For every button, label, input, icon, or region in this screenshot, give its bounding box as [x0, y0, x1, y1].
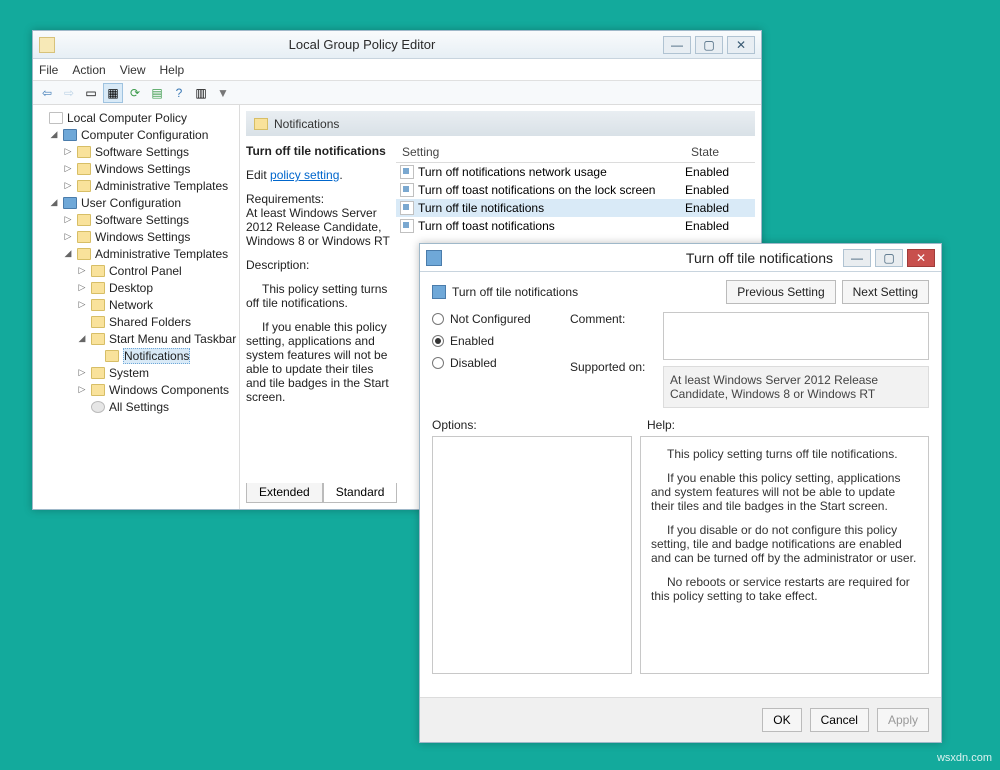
folder-icon: [77, 214, 91, 226]
folder-icon: [91, 384, 105, 396]
folder-icon: [105, 350, 119, 362]
folder-icon: [77, 248, 91, 260]
list-item[interactable]: Turn off toast notifications on the lock…: [396, 181, 755, 199]
list-item-selected[interactable]: Turn off tile notificationsEnabled: [396, 199, 755, 217]
minimize-button[interactable]: —: [663, 36, 691, 54]
menu-action[interactable]: Action: [72, 63, 105, 77]
folder-icon: [77, 146, 91, 158]
app-icon: [39, 37, 55, 53]
radio-not-configured[interactable]: Not Configured: [432, 312, 562, 326]
comment-label: Comment:: [570, 312, 655, 326]
properties-icon[interactable]: ▥: [191, 83, 211, 103]
back-icon[interactable]: ⇦: [37, 83, 57, 103]
forward-icon[interactable]: ⇨: [59, 83, 79, 103]
list-item[interactable]: Turn off toast notificationsEnabled: [396, 217, 755, 235]
folder-icon: [91, 265, 105, 277]
export-icon[interactable]: ▤: [147, 83, 167, 103]
computer-icon: [63, 129, 77, 141]
ok-button[interactable]: OK: [762, 708, 801, 732]
dialog-minimize-button[interactable]: —: [843, 249, 871, 267]
dialog-title: Turn off tile notifications: [442, 250, 843, 266]
policy-dialog: Turn off tile notifications — ▢ ✕ Turn o…: [419, 243, 942, 743]
dialog-maximize-button[interactable]: ▢: [875, 249, 903, 267]
folder-icon: [77, 180, 91, 192]
cancel-button[interactable]: Cancel: [810, 708, 869, 732]
folder-icon: [77, 231, 91, 243]
main-titlebar[interactable]: Local Group Policy Editor — ▢ ✕: [33, 31, 761, 59]
policy-item-icon: [400, 165, 414, 179]
next-setting-button[interactable]: Next Setting: [842, 280, 929, 304]
policy-item-icon: [400, 219, 414, 233]
maximize-button[interactable]: ▢: [695, 36, 723, 54]
selected-setting-name: Turn off tile notifications: [246, 144, 390, 158]
dialog-titlebar[interactable]: Turn off tile notifications — ▢ ✕: [420, 244, 941, 272]
help-icon[interactable]: ?: [169, 83, 189, 103]
policy-icon: [49, 112, 63, 124]
window-title: Local Group Policy Editor: [61, 37, 663, 52]
settings-icon: [91, 401, 105, 413]
folder-icon: [254, 118, 268, 130]
tab-extended[interactable]: Extended: [246, 483, 323, 503]
supported-label: Supported on:: [570, 360, 655, 374]
folder-icon: [91, 316, 105, 328]
column-state[interactable]: State: [685, 142, 755, 162]
refresh-icon[interactable]: ⟳: [125, 83, 145, 103]
filter-icon[interactable]: ▼: [213, 83, 233, 103]
previous-setting-button[interactable]: Previous Setting: [726, 280, 835, 304]
menu-view[interactable]: View: [120, 63, 146, 77]
folder-icon: [91, 299, 105, 311]
radio-enabled[interactable]: Enabled: [432, 334, 562, 348]
toolbar: ⇦ ⇨ ▭ ▦ ⟳ ▤ ? ▥ ▼: [33, 81, 761, 105]
radio-disabled[interactable]: Disabled: [432, 356, 562, 370]
edit-policy-link[interactable]: policy setting: [270, 168, 339, 182]
folder-icon: [91, 282, 105, 294]
policy-item-icon: [400, 201, 414, 215]
policy-item-icon: [400, 183, 414, 197]
dialog-heading: Turn off tile notifications: [452, 285, 578, 299]
options-label: Options:: [432, 418, 647, 432]
help-label: Help:: [647, 418, 675, 432]
policy-tree[interactable]: Local Computer Policy ◢Computer Configur…: [33, 105, 240, 509]
policy-icon: [432, 285, 446, 299]
view-icon[interactable]: ▦: [103, 83, 123, 103]
close-button[interactable]: ✕: [727, 36, 755, 54]
folder-icon: [77, 163, 91, 175]
dialog-icon: [426, 250, 442, 266]
folder-icon: [91, 367, 105, 379]
up-icon[interactable]: ▭: [81, 83, 101, 103]
tree-node-notifications[interactable]: Notifications: [123, 348, 190, 364]
menu-bar: File Action View Help: [33, 59, 761, 81]
folder-icon: [91, 333, 105, 345]
menu-file[interactable]: File: [39, 63, 58, 77]
menu-help[interactable]: Help: [160, 63, 185, 77]
column-setting[interactable]: Setting: [396, 142, 685, 162]
tab-standard[interactable]: Standard: [323, 483, 398, 503]
list-item[interactable]: Turn off notifications network usageEnab…: [396, 163, 755, 181]
apply-button[interactable]: Apply: [877, 708, 929, 732]
description-panel: Turn off tile notifications Edit policy …: [246, 142, 396, 481]
comment-textarea[interactable]: [663, 312, 929, 360]
user-icon: [63, 197, 77, 209]
pane-heading: Notifications: [246, 111, 755, 136]
supported-on-text: At least Windows Server 2012 Release Can…: [663, 366, 929, 408]
options-panel: [432, 436, 632, 674]
dialog-close-button[interactable]: ✕: [907, 249, 935, 267]
help-panel: This policy setting turns off tile notif…: [640, 436, 929, 674]
watermark: wsxdn.com: [937, 752, 992, 764]
